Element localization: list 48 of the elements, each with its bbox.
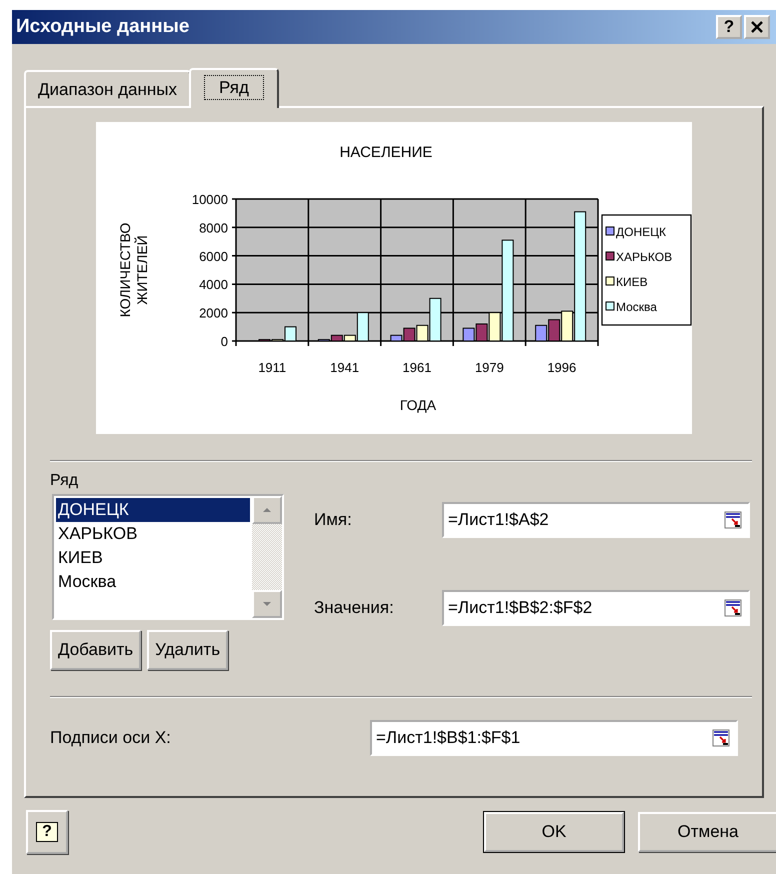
list-button[interactable]: Добавить	[50, 630, 142, 670]
x-tick-label: 1996	[547, 360, 576, 375]
reference-field[interactable]: =Лист1!$B$1:$F$1	[370, 720, 738, 756]
list-item[interactable]: ХАРЬКОВ	[56, 522, 250, 546]
x-tick-label: 1911	[258, 360, 286, 375]
field-label: Подписи оси X:	[50, 728, 172, 748]
x-tick-label: 1941	[330, 360, 360, 375]
y-tick-label: 0	[220, 334, 228, 349]
x-tick-label: 1979	[474, 360, 504, 375]
close-button[interactable]	[744, 15, 770, 39]
tab[interactable]: Диапазон данных	[24, 70, 191, 106]
help-button[interactable]: ?	[26, 810, 68, 854]
legend-label: Москва	[616, 300, 657, 314]
list-item[interactable]: Москва	[56, 570, 250, 594]
list-item[interactable]: ДОНЕЦК	[56, 498, 250, 522]
y-tick-label: 4000	[199, 277, 228, 292]
y-tick-label: 10000	[192, 192, 228, 207]
reference-field[interactable]: =Лист1!$A$2	[442, 502, 750, 538]
help-button[interactable]: ?	[716, 15, 742, 39]
y-tick-label: 6000	[199, 248, 228, 264]
range-picker-icon[interactable]	[724, 511, 742, 529]
legend-label: КИЕВ	[616, 275, 648, 289]
list-item[interactable]: КИЕВ	[56, 546, 250, 570]
range-picker-icon[interactable]	[724, 599, 742, 617]
legend-label: ХАРЬКОВ	[616, 250, 672, 264]
down-arrow-icon	[262, 601, 272, 607]
scrollbar[interactable]	[252, 496, 282, 618]
field-label: Значения:	[314, 598, 395, 618]
field-label: Имя:	[314, 510, 353, 530]
tab[interactable]: Ряд	[188, 68, 279, 108]
list-button[interactable]: Удалить	[147, 630, 228, 670]
up-arrow-icon	[262, 507, 272, 513]
series-listbox[interactable]: ДОНЕЦК ХАРЬКОВ КИЕВ Москва	[52, 494, 284, 620]
close-icon	[751, 21, 763, 33]
x-tick-label: 1961	[402, 360, 432, 375]
window-title: Исходные данные	[16, 16, 190, 38]
range-picker-icon[interactable]	[712, 729, 730, 747]
legend-label: ДОНЕЦК	[616, 225, 666, 239]
series-label: Ряд	[50, 472, 80, 490]
help-icon: ?	[36, 822, 58, 842]
x-axis-title: ГОДА	[400, 397, 436, 413]
y-axis-title: КОЛИЧЕСТВО ЖИТЕЛЕЙ	[117, 222, 150, 318]
ok-button[interactable]: OK	[484, 812, 624, 852]
chart-title: НАСЕЛЕНИЕ	[340, 144, 432, 161]
y-tick-label: 8000	[199, 220, 228, 236]
cancel-button[interactable]: Отмена	[638, 812, 776, 852]
reference-field[interactable]: =Лист1!$B$2:$F$2	[442, 590, 750, 626]
y-tick-label: 2000	[199, 306, 228, 321]
